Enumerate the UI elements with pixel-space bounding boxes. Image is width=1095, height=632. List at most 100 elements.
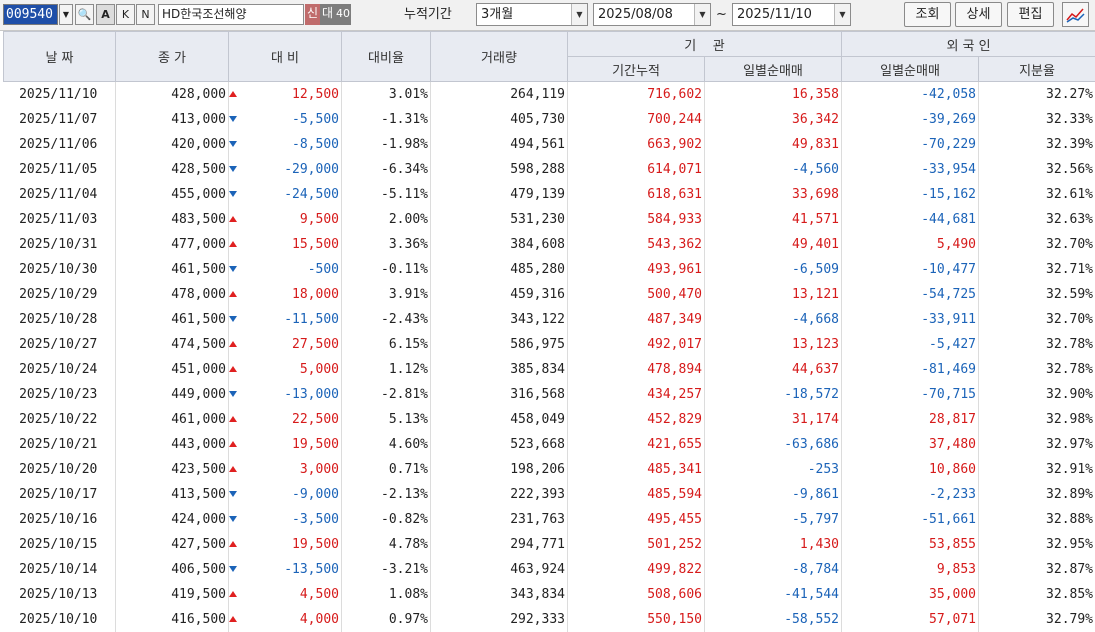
col-group-foreign: 외 국 인 xyxy=(841,31,1095,57)
cell-inst-cumulative: 421,655 xyxy=(567,432,705,457)
cell-close: 461,500 xyxy=(115,307,237,332)
cell-inst-cumulative: 716,602 xyxy=(567,81,705,107)
cell-foreign-daily: -39,269 xyxy=(841,107,980,132)
down-arrow-icon xyxy=(229,116,237,122)
col-foreign-ratio[interactable]: 지분율 xyxy=(978,56,1095,82)
col-inst-daily[interactable]: 일별순매매 xyxy=(703,56,843,82)
cell-close: 451,000 xyxy=(115,357,237,382)
table-row[interactable]: 2025/10/15 427,500 19,500 4.78% 294,771 501,2… xyxy=(3,532,1095,557)
table-row[interactable]: 2025/11/07 413,000 -5,500 -1.31% 405,730 700,… xyxy=(3,107,1095,132)
stock-name-field[interactable]: HD한국조선해양 xyxy=(158,4,304,25)
cell-change: -8,500 xyxy=(228,132,342,157)
cell-volume: 586,975 xyxy=(430,332,568,357)
cell-foreign-ratio: 32.33% xyxy=(978,107,1095,132)
cell-inst-cumulative: 492,017 xyxy=(567,332,705,357)
table-row[interactable]: 2025/10/27 474,500 27,500 6.15% 586,975 492,0… xyxy=(3,332,1095,357)
down-arrow-icon xyxy=(229,141,237,147)
cell-change-rate: -2.13% xyxy=(341,482,431,507)
n-button[interactable]: N xyxy=(136,4,155,25)
cell-change-rate: 0.97% xyxy=(341,607,431,632)
period-select[interactable]: 3개월 ▼ xyxy=(476,3,588,26)
cell-inst-cumulative: 501,252 xyxy=(567,532,705,557)
col-date[interactable]: 날 짜 xyxy=(3,31,116,82)
cell-date: 2025/10/23 xyxy=(3,382,116,407)
table-row[interactable]: 2025/10/13 419,500 4,500 1.08% 343,834 508,60… xyxy=(3,582,1095,607)
cell-foreign-ratio: 32.89% xyxy=(978,482,1095,507)
col-volume[interactable]: 거래량 xyxy=(430,31,568,82)
table-row[interactable]: 2025/10/24 451,000 5,000 1.12% 385,834 478,89… xyxy=(3,357,1095,382)
table-row[interactable]: 2025/10/30 461,500 -500 -0.11% 485,280 493,96… xyxy=(3,257,1095,282)
cell-date: 2025/10/30 xyxy=(3,257,116,282)
table-row[interactable]: 2025/10/21 443,000 19,500 4.60% 523,668 421,6… xyxy=(3,432,1095,457)
table-row[interactable]: 2025/10/31 477,000 15,500 3.36% 384,608 543,3… xyxy=(3,232,1095,257)
col-close[interactable]: 종 가 xyxy=(115,31,229,82)
chart-line-icon[interactable] xyxy=(1062,2,1089,27)
investor-trading-table: 날 짜 종 가 대 비 대비율 거래량 기 관 외 국 인 기간누적 일별순매매… xyxy=(3,31,1095,632)
col-change[interactable]: 대 비 xyxy=(228,31,342,82)
cell-change: -13,500 xyxy=(228,557,342,582)
table-row[interactable]: 2025/10/14 406,500 -13,500 -3.21% 463,924 499… xyxy=(3,557,1095,582)
edit-button[interactable]: 편집 xyxy=(1007,2,1054,27)
cell-change: 27,500 xyxy=(228,332,342,357)
up-arrow-icon xyxy=(229,416,237,422)
table-row[interactable]: 2025/11/06 420,000 -8,500 -1.98% 494,561 663,… xyxy=(3,132,1095,157)
cell-volume: 405,730 xyxy=(430,107,568,132)
cell-change-rate: -1.31% xyxy=(341,107,431,132)
date-from-field[interactable]: 2025/08/08 ▼ xyxy=(593,3,711,26)
search-icon[interactable]: 🔍 xyxy=(75,4,94,25)
cell-date: 2025/10/16 xyxy=(3,507,116,532)
table-row[interactable]: 2025/11/10 428,000 12,500 3.01% 264,119 716,6… xyxy=(3,81,1095,107)
query-button[interactable]: 조회 xyxy=(904,2,951,27)
cell-inst-daily: 31,174 xyxy=(704,407,843,432)
col-inst-cumulative[interactable]: 기간누적 xyxy=(567,56,705,82)
cell-close: 461,000 xyxy=(115,407,237,432)
table-row[interactable]: 2025/10/22 461,000 22,500 5.13% 458,049 452,8… xyxy=(3,407,1095,432)
table-row[interactable]: 2025/10/20 423,500 3,000 0.71% 198,206 485,34… xyxy=(3,457,1095,482)
stock-code-input[interactable]: 009540 xyxy=(3,4,58,25)
cell-foreign-ratio: 32.91% xyxy=(978,457,1095,482)
up-arrow-icon xyxy=(229,216,237,222)
up-arrow-icon xyxy=(229,341,237,347)
cell-inst-cumulative: 500,470 xyxy=(567,282,705,307)
table-row[interactable]: 2025/11/04 455,000 -24,500 -5.11% 479,139 618… xyxy=(3,182,1095,207)
table-row[interactable]: 2025/10/23 449,000 -13,000 -2.81% 316,568 434… xyxy=(3,382,1095,407)
cell-inst-daily: -5,797 xyxy=(704,507,843,532)
cell-inst-cumulative: 584,933 xyxy=(567,207,705,232)
cell-foreign-daily: -33,954 xyxy=(841,157,980,182)
cell-foreign-daily: -54,725 xyxy=(841,282,980,307)
calendar-dropdown-icon[interactable]: ▼ xyxy=(694,4,710,25)
cell-foreign-ratio: 32.56% xyxy=(978,157,1095,182)
cell-foreign-ratio: 32.95% xyxy=(978,532,1095,557)
col-foreign-daily[interactable]: 일별순매매 xyxy=(841,56,980,82)
cell-inst-cumulative: 495,455 xyxy=(567,507,705,532)
code-dropdown-arrow[interactable]: ▼ xyxy=(59,4,73,25)
cell-date: 2025/10/17 xyxy=(3,482,116,507)
cell-volume: 485,280 xyxy=(430,257,568,282)
cell-volume: 458,049 xyxy=(430,407,568,432)
table-row[interactable]: 2025/11/05 428,500 -29,000 -6.34% 598,288 614… xyxy=(3,157,1095,182)
cell-foreign-ratio: 32.97% xyxy=(978,432,1095,457)
cell-change-rate: 0.71% xyxy=(341,457,431,482)
table-row[interactable]: 2025/10/29 478,000 18,000 3.91% 459,316 500,4… xyxy=(3,282,1095,307)
cell-volume: 292,333 xyxy=(430,607,568,632)
table-row[interactable]: 2025/10/17 413,500 -9,000 -2.13% 222,393 485,… xyxy=(3,482,1095,507)
table-row[interactable]: 2025/10/28 461,500 -11,500 -2.43% 343,122 487… xyxy=(3,307,1095,332)
detail-button[interactable]: 상세 xyxy=(955,2,1002,27)
cell-inst-daily: 36,342 xyxy=(704,107,843,132)
a-button[interactable]: A xyxy=(96,4,115,25)
cell-inst-cumulative: 493,961 xyxy=(567,257,705,282)
table-row[interactable]: 2025/11/03 483,500 9,500 2.00% 531,230 584,93… xyxy=(3,207,1095,232)
cell-inst-cumulative: 434,257 xyxy=(567,382,705,407)
cell-close: 478,000 xyxy=(115,282,237,307)
chevron-down-icon[interactable]: ▼ xyxy=(571,4,587,25)
cell-change: 19,500 xyxy=(228,532,342,557)
cell-inst-daily: -58,552 xyxy=(704,607,843,632)
table-row[interactable]: 2025/10/16 424,000 -3,500 -0.82% 231,763 495,… xyxy=(3,507,1095,532)
cell-date: 2025/10/27 xyxy=(3,332,116,357)
cell-date: 2025/11/06 xyxy=(3,132,116,157)
table-row[interactable]: 2025/10/10 416,500 4,000 0.97% 292,333 550,15… xyxy=(3,607,1095,632)
col-change-rate[interactable]: 대비율 xyxy=(341,31,431,82)
k-button[interactable]: K xyxy=(116,4,135,25)
calendar-dropdown-icon[interactable]: ▼ xyxy=(834,4,850,25)
date-to-field[interactable]: 2025/11/10 ▼ xyxy=(732,3,851,26)
